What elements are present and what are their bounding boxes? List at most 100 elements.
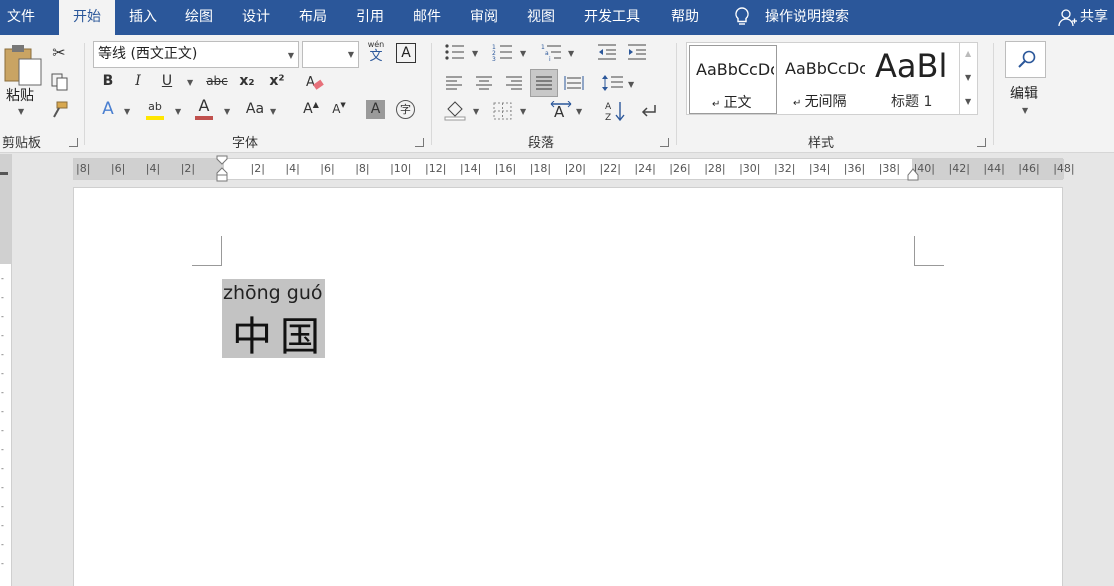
- italic-button[interactable]: I: [129, 71, 147, 93]
- editing-label[interactable]: 编辑: [1010, 83, 1038, 103]
- share-person-icon[interactable]: [1058, 8, 1078, 28]
- tab-developer[interactable]: 开发工具: [584, 0, 640, 35]
- ruler-number: |38|: [878, 162, 901, 175]
- tab-layout[interactable]: 布局: [299, 0, 327, 35]
- indent-marker-icon[interactable]: [216, 155, 230, 185]
- align-center-icon[interactable]: [475, 75, 493, 91]
- vruler-tick: -: [1, 502, 4, 511]
- lightbulb-icon[interactable]: [733, 6, 751, 28]
- style-no-spacing[interactable]: AaBbCcDc ↵ 无间隔: [779, 45, 867, 114]
- vertical-ruler[interactable]: - - - - - - - - - - - - - - - -: [0, 154, 12, 586]
- subscript-button[interactable]: x₂: [237, 71, 257, 93]
- tab-design[interactable]: 设计: [242, 0, 270, 35]
- multilevel-list-icon[interactable]: 1 a i: [541, 43, 563, 61]
- chevron-down-icon[interactable]: ▼: [288, 43, 294, 68]
- font-color-button[interactable]: A: [193, 96, 215, 120]
- ruler-number: |4|: [285, 162, 300, 175]
- align-right-icon[interactable]: [505, 75, 523, 91]
- clipboard-launcher-icon[interactable]: [69, 138, 78, 147]
- borders-dropdown-icon[interactable]: ▼: [520, 107, 526, 116]
- bold-button[interactable]: B: [99, 71, 117, 93]
- increase-indent-icon[interactable]: [626, 43, 648, 61]
- justify-icon: [536, 76, 552, 90]
- tab-file[interactable]: 文件: [7, 0, 35, 35]
- chinese-layout-dropdown-icon[interactable]: ▼: [576, 107, 582, 116]
- hanzi-text: 中国: [232, 314, 328, 360]
- chevron-down-icon[interactable]: ▼: [348, 50, 354, 59]
- styles-scroll-up-icon[interactable]: ▲: [965, 49, 971, 58]
- document-page[interactable]: zhōng guó 中国: [73, 187, 1063, 586]
- ruler-number: |30|: [739, 162, 761, 175]
- justify-button[interactable]: [530, 69, 558, 97]
- line-spacing-icon[interactable]: [602, 74, 624, 92]
- tab-view[interactable]: 视图: [527, 0, 555, 35]
- tab-references[interactable]: 引用: [356, 0, 384, 35]
- tab-help[interactable]: 帮助: [671, 0, 699, 35]
- cut-icon[interactable]: ✂: [48, 43, 70, 65]
- bullets-icon[interactable]: [444, 43, 466, 61]
- editing-dropdown-icon[interactable]: ▼: [1022, 106, 1028, 115]
- styles-launcher-icon[interactable]: [977, 138, 986, 147]
- grow-font-button[interactable]: A▲: [302, 99, 320, 121]
- highlight-button[interactable]: ab: [144, 97, 166, 120]
- paste-dropdown-icon[interactable]: ▼: [18, 107, 24, 116]
- bullets-dropdown-icon[interactable]: ▼: [472, 49, 478, 58]
- numbering-icon[interactable]: 1 2 3: [492, 43, 514, 61]
- highlight-dropdown-icon[interactable]: ▼: [175, 107, 181, 116]
- strikethrough-button[interactable]: abc: [204, 71, 230, 93]
- shading-bucket-icon[interactable]: [444, 101, 466, 121]
- tab-insert[interactable]: 插入: [129, 0, 157, 35]
- styles-scroll-down-icon[interactable]: ▼: [965, 73, 971, 82]
- tab-mailings[interactable]: 邮件: [413, 0, 441, 35]
- styles-more-icon[interactable]: ▼: [965, 97, 971, 106]
- underline-button[interactable]: U: [158, 71, 176, 93]
- paragraph-launcher-icon[interactable]: [660, 138, 669, 147]
- enclose-characters-button[interactable]: 字: [396, 100, 415, 119]
- superscript-button[interactable]: x²: [267, 71, 287, 93]
- shrink-font-button[interactable]: A▼: [330, 99, 348, 121]
- text-effects-dropdown-icon[interactable]: ▼: [124, 107, 130, 116]
- style-heading-1[interactable]: AaBl 标题 1: [871, 45, 957, 114]
- character-border-button[interactable]: A: [396, 43, 416, 63]
- style-normal-preview: AaBbCcDc: [696, 60, 774, 79]
- decrease-indent-icon[interactable]: [596, 43, 618, 61]
- horizontal-ruler[interactable]: |8| |6| |4| |2| |2| |4| |6| |8| |10| |12| |14| |16|…: [73, 155, 1075, 182]
- editing-button[interactable]: [1005, 41, 1046, 78]
- right-indent-marker-icon[interactable]: [907, 168, 919, 182]
- chinese-layout-icon[interactable]: A: [550, 101, 572, 121]
- phonetic-guide-button[interactable]: wén 文: [367, 40, 385, 64]
- text-effects-button[interactable]: A: [98, 99, 118, 121]
- multilevel-dropdown-icon[interactable]: ▼: [568, 49, 574, 58]
- line-spacing-dropdown-icon[interactable]: ▼: [628, 80, 634, 89]
- clear-formatting-icon[interactable]: A: [305, 73, 325, 93]
- tab-draw[interactable]: 绘图: [185, 0, 213, 35]
- change-case-dropdown-icon[interactable]: ▼: [270, 107, 276, 116]
- style-normal[interactable]: AaBbCcDc ↵ 正文: [689, 45, 777, 114]
- font-name-field[interactable]: 等线 (西文正文) ▼: [93, 41, 299, 68]
- align-left-icon[interactable]: [445, 75, 463, 91]
- share-button[interactable]: 共享: [1080, 0, 1108, 35]
- distributed-icon[interactable]: [564, 74, 584, 92]
- format-painter-icon[interactable]: [51, 101, 69, 119]
- change-case-button[interactable]: Aa: [244, 99, 266, 121]
- shading-dropdown-icon[interactable]: ▼: [473, 107, 479, 116]
- selected-phonetic-text[interactable]: zhōng guó 中国: [222, 279, 325, 360]
- underline-dropdown-icon[interactable]: ▼: [187, 78, 193, 87]
- font-launcher-icon[interactable]: [415, 138, 424, 147]
- tab-home[interactable]: 开始: [59, 0, 115, 35]
- font-size-field[interactable]: ▼: [302, 41, 359, 68]
- copy-icon[interactable]: [51, 73, 69, 91]
- ruler-number: |42|: [948, 162, 970, 175]
- tell-me-search[interactable]: 操作说明搜索: [765, 0, 849, 35]
- borders-icon[interactable]: [493, 102, 513, 120]
- font-color-dropdown-icon[interactable]: ▼: [224, 107, 230, 116]
- vruler-tick: -: [1, 464, 4, 473]
- tab-review[interactable]: 审阅: [470, 0, 498, 35]
- numbering-dropdown-icon[interactable]: ▼: [520, 49, 526, 58]
- sort-icon[interactable]: AZ: [604, 100, 626, 122]
- paste-icon[interactable]: [3, 43, 43, 87]
- show-marks-icon[interactable]: [640, 102, 660, 120]
- paste-label[interactable]: 粘贴: [6, 85, 34, 105]
- character-shading-button[interactable]: A: [366, 100, 385, 119]
- vruler-tick: -: [1, 350, 4, 359]
